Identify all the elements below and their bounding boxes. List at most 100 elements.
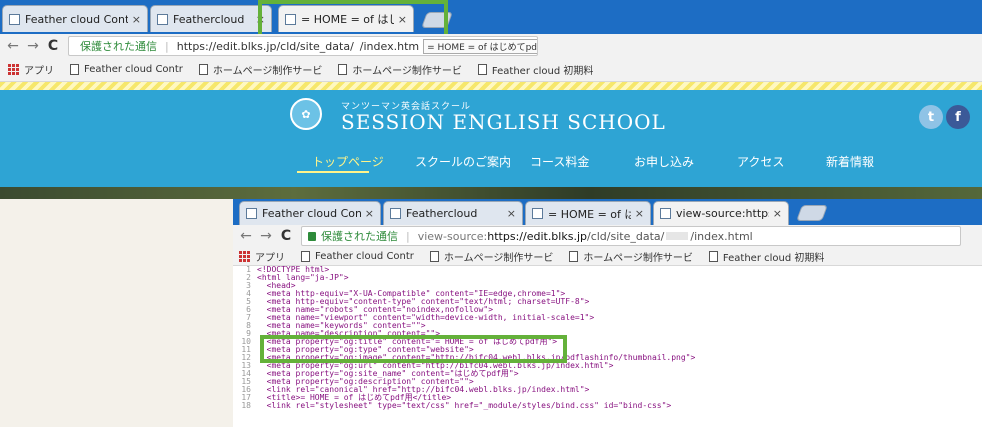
close-icon[interactable]: × <box>365 207 374 220</box>
page-favicon-icon <box>390 208 401 219</box>
nav-course-fees[interactable]: コース料金 <box>530 153 589 170</box>
page-icon <box>301 250 310 262</box>
bookmark-label: Feather cloud Contr <box>84 64 183 75</box>
browser-window-view-source: Feather cloud Control Pa × Feathercloud … <box>233 199 982 427</box>
address-toolbar: ← → C 保護された通信 | view-source: https://edi… <box>233 225 982 247</box>
bookmarks-bar: アプリ Feather cloud Contr ホームページ制作サービ ホームペ… <box>233 247 982 266</box>
tab-title: Feather cloud Control Pa <box>25 12 128 26</box>
page-icon <box>198 64 208 75</box>
bookmark-apps[interactable]: アプリ <box>8 62 54 77</box>
bookmark-label: ホームページ制作サービ <box>352 66 462 77</box>
back-arrow-icon[interactable]: ← <box>239 228 253 244</box>
bookmark-label: アプリ <box>255 252 285 264</box>
bookmark-label: Feather cloud Contr <box>315 250 414 262</box>
source-line: 2 <html lang="ja-JP"> <box>233 274 982 282</box>
apps-icon <box>239 250 250 262</box>
url-prefix: view-source: <box>417 229 488 243</box>
bookmark-homepage-service-1[interactable]: ホームページ制作サービ <box>429 249 554 264</box>
page-favicon-icon <box>157 13 168 25</box>
tab-title: = HOME = of はじめてpdf <box>548 207 631 221</box>
url-path: /cld/site_data/ <box>587 229 665 243</box>
nav-apply[interactable]: お申し込み <box>634 153 694 170</box>
page-icon <box>429 250 439 262</box>
bookmark-label: Feather cloud 初期料 <box>722 252 825 264</box>
bookmark-label: ホームページ制作サービ <box>443 252 554 264</box>
bookmark-feather-control[interactable]: Feather cloud Contr <box>301 250 414 262</box>
forward-arrow-icon[interactable]: → <box>259 228 273 244</box>
bookmark-apps[interactable]: アプリ <box>239 249 285 264</box>
tab-home[interactable]: = HOME = of はじめてpdf × <box>525 201 651 225</box>
address-toolbar: ← → C 保護された通信 | https://edit.blks.jp/cld… <box>0 34 982 58</box>
page-favicon-icon <box>660 208 671 219</box>
logo-title[interactable]: SESSION ENGLISH SCHOOL <box>341 110 666 134</box>
close-icon[interactable]: × <box>773 207 782 220</box>
page-icon <box>70 64 79 75</box>
close-icon[interactable]: × <box>507 207 516 220</box>
page-icon <box>477 64 487 75</box>
bookmark-homepage-service-2[interactable]: ホームページ制作サービ <box>338 62 462 77</box>
tab-title: Feathercloud <box>406 207 478 220</box>
tab-view-source-active[interactable]: view-source:https://edit × <box>653 201 789 225</box>
apps-icon <box>8 64 19 75</box>
close-icon[interactable]: × <box>132 13 141 26</box>
twitter-glyph: t <box>927 109 935 125</box>
active-nav-underline <box>297 171 369 173</box>
nav-top-page[interactable]: トップページ <box>312 153 384 170</box>
tab-feathercloud[interactable]: Feathercloud × <box>150 5 272 32</box>
tab-strip: Feather cloud Control Pa × Feathercloud … <box>0 0 982 34</box>
lock-icon <box>308 231 316 241</box>
bookmark-label: Feather cloud 初期料 <box>491 66 594 77</box>
page-favicon-icon <box>9 13 20 25</box>
nav-news[interactable]: 新着情報 <box>826 153 874 170</box>
bookmark-feather-control[interactable]: Feather cloud Contr <box>70 64 183 75</box>
reload-icon[interactable]: C <box>46 38 60 54</box>
url-text: https://edit.blks.jp/cld/site_data/ <box>176 39 354 53</box>
line-number: 18 <box>241 401 251 410</box>
twitter-icon[interactable]: t <box>919 105 943 129</box>
hero-image <box>0 187 982 199</box>
line-code: <link rel="stylesheet" type="text/css" h… <box>257 401 672 410</box>
security-label: 保護された通信 <box>321 230 398 243</box>
page-icon <box>338 64 348 75</box>
school-emblem-icon: ✿ <box>290 98 322 130</box>
bookmark-homepage-service-2[interactable]: ホームページ制作サービ <box>569 249 693 264</box>
source-line: 18 <link rel="stylesheet" type="text/css… <box>233 402 982 410</box>
bookmark-label: アプリ <box>24 66 54 77</box>
browser-window-main: Feather cloud Control Pa × Feathercloud … <box>0 0 982 199</box>
url-tail: /index.html <box>690 229 753 243</box>
tab-feathercloud[interactable]: Feathercloud × <box>383 201 523 225</box>
bookmark-label: ホームページ制作サービ <box>583 252 693 264</box>
reload-icon[interactable]: C <box>279 228 293 244</box>
url-bar[interactable]: 保護された通信 | view-source: https://edit.blks… <box>301 226 961 246</box>
tab-title: view-source:https://edit <box>676 207 769 220</box>
bookmark-feather-initial[interactable]: Feather cloud 初期料 <box>708 249 825 264</box>
page-favicon-icon <box>246 208 257 219</box>
bookmark-feather-initial[interactable]: Feather cloud 初期料 <box>477 62 594 77</box>
redacted-block <box>666 232 689 240</box>
tab-tooltip: = HOME = of はじめてpdf用 <box>423 38 537 54</box>
url-bar[interactable]: 保護された通信 | https://edit.blks.jp/cld/site_… <box>68 36 538 56</box>
tab-title: Feather cloud Control Pa <box>262 207 361 220</box>
new-tab-button[interactable] <box>796 205 828 221</box>
url-separator: | <box>406 229 410 243</box>
facebook-glyph: f <box>955 109 961 125</box>
tab-feather-control[interactable]: Feather cloud Control Pa × <box>2 5 148 32</box>
nav-access[interactable]: アクセス <box>737 153 784 170</box>
highlight-box-og-title <box>260 335 567 363</box>
facebook-icon[interactable]: f <box>946 105 970 129</box>
tab-strip: Feather cloud Control Pa × Feathercloud … <box>233 199 982 225</box>
back-arrow-icon[interactable]: ← <box>6 38 20 54</box>
forward-arrow-icon[interactable]: → <box>26 38 40 54</box>
tab-feather-control[interactable]: Feather cloud Control Pa × <box>239 201 381 225</box>
page-icon <box>708 250 718 262</box>
close-icon[interactable]: × <box>635 207 644 220</box>
nav-school-guide[interactable]: スクールのご案内 <box>415 153 511 170</box>
tab-title: Feathercloud <box>173 12 245 26</box>
page-icon <box>569 250 579 262</box>
page-favicon-icon <box>532 208 543 219</box>
decorative-stripe <box>0 82 982 90</box>
security-label: 保護された通信 <box>80 40 157 53</box>
bookmarks-bar: アプリ Feather cloud Contr ホームページ制作サービ ホームペ… <box>0 58 982 82</box>
bookmark-label: ホームページ制作サービ <box>212 66 323 77</box>
bookmark-homepage-service-1[interactable]: ホームページ制作サービ <box>198 62 323 77</box>
